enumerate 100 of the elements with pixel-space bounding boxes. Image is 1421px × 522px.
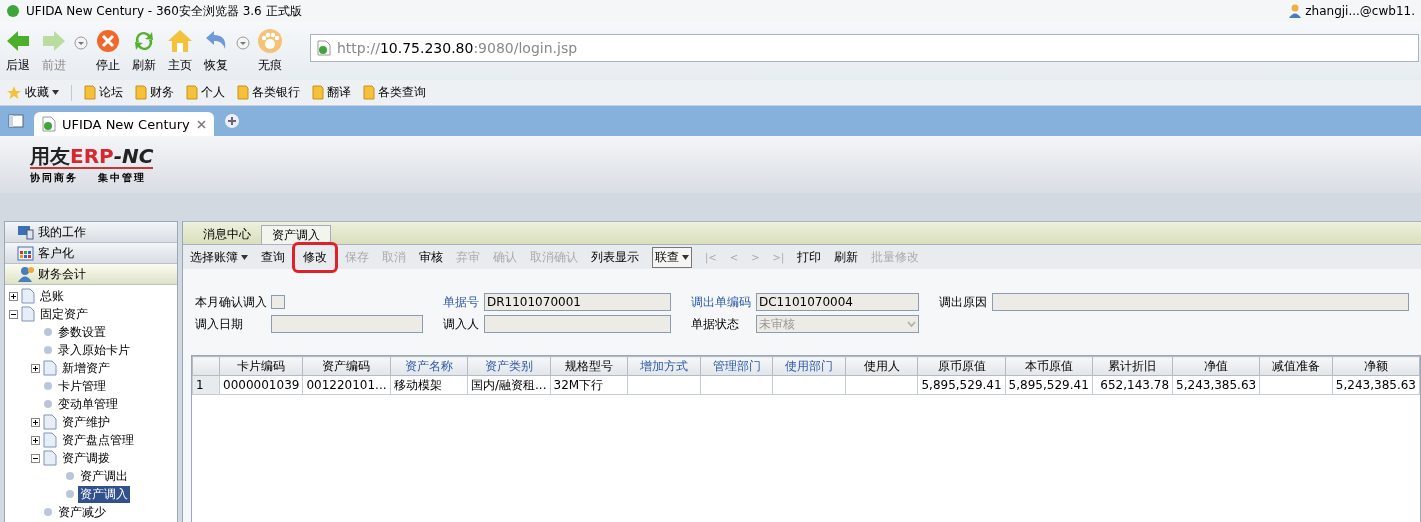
column-header[interactable]: 净额 [1332, 356, 1420, 376]
new-tab-icon[interactable] [224, 113, 240, 129]
tree-item[interactable]: 资产调入 [78, 485, 130, 503]
column-header[interactable]: 使用人 [845, 356, 918, 376]
tree-item[interactable]: 资产维护 [60, 413, 112, 431]
table-cell: 5,243,385.63 [1172, 375, 1260, 395]
bullet-icon [65, 489, 75, 499]
bookmark-folder[interactable]: 个人 [186, 84, 225, 101]
toolbar-button[interactable]: 查询 [258, 244, 288, 270]
column-header[interactable]: 卡片编码 [219, 356, 303, 376]
column-header[interactable]: 资产编码 [302, 356, 391, 376]
paw-button[interactable]: 无痕 [254, 28, 286, 74]
column-header[interactable]: 增加方式 [627, 356, 701, 376]
tree-item[interactable]: 新增资产 [60, 359, 112, 377]
chevron-icon [907, 321, 916, 327]
folder-icon [312, 85, 324, 100]
tree-item[interactable]: 总账 [38, 287, 66, 305]
caret-icon [682, 254, 689, 260]
column-header[interactable]: 减值准备 [1259, 356, 1333, 376]
expand-icon[interactable] [9, 291, 18, 301]
tree-item[interactable]: 固定资产 [38, 305, 90, 323]
input-field[interactable]: DR1101070001 [484, 293, 671, 311]
calendar-icon [17, 244, 34, 262]
expand-icon[interactable] [31, 417, 40, 427]
bookmark-folder[interactable]: 各类查询 [363, 84, 426, 101]
column-header[interactable]: 累计折旧 [1092, 356, 1173, 376]
tree-item[interactable]: 资产减少 [56, 503, 108, 521]
column-header[interactable]: 资产名称 [390, 356, 468, 376]
stop-button[interactable]: 停止 [92, 28, 124, 74]
column-header[interactable]: 使用部门 [772, 356, 846, 376]
field-label: 调出原因 [939, 293, 988, 311]
erp-logo: 用友ERP-NC 协同商务 集中管理 [30, 144, 154, 185]
sidebar-toggle-icon[interactable] [8, 114, 24, 128]
module-tab[interactable]: 消息中心 [193, 225, 261, 244]
column-header[interactable]: 原币原值 [917, 356, 1006, 376]
expand-icon[interactable] [31, 363, 40, 373]
column-header[interactable]: 净值 [1172, 356, 1260, 376]
confirm-checkbox[interactable] [271, 295, 285, 309]
tree-item[interactable]: 资产盘点管理 [60, 431, 136, 449]
module-tab[interactable]: 资产调入 [261, 225, 331, 244]
input-field[interactable]: DC1101070004 [756, 293, 919, 311]
favorites-menu[interactable]: 收藏 [6, 84, 59, 101]
back-arrow-icon [5, 28, 31, 54]
browser-tab[interactable]: UFIDA New Century [34, 112, 214, 136]
refresh-button[interactable]: 刷新 [128, 28, 160, 74]
ledger-menu[interactable]: 选择账簿 [187, 244, 251, 270]
computer-icon [17, 223, 34, 241]
collapse-icon[interactable] [9, 309, 18, 319]
input-field[interactable] [992, 293, 1409, 311]
expand-icon[interactable] [31, 435, 40, 445]
bullet-icon [43, 507, 53, 517]
toolbar-button[interactable]: 修改 [292, 241, 338, 273]
document-icon [43, 414, 57, 430]
input-field[interactable] [271, 315, 423, 333]
bookmark-folder[interactable]: 财务 [135, 84, 174, 101]
tree-item[interactable]: 资产调拨 [60, 449, 112, 467]
bullet-icon [43, 399, 53, 409]
back-button[interactable]: 后退 [2, 28, 34, 74]
input-field[interactable] [484, 315, 671, 333]
field-label: 调入日期 [195, 315, 244, 333]
dropdown-icon[interactable] [236, 36, 250, 50]
tree-item[interactable]: 录入原始卡片 [56, 341, 132, 359]
address-field[interactable]: http://10.75.230.80:9080/login.jsp [310, 34, 1419, 62]
sidebar-section[interactable]: 我的工作 [5, 222, 177, 243]
table-cell: 001220101... [302, 375, 391, 395]
sidebar-section[interactable]: 财务会计 [5, 264, 177, 285]
column-header[interactable]: 规格型号 [550, 356, 628, 376]
home-icon [167, 28, 193, 54]
toolbar-button[interactable]: 审核 [416, 244, 446, 270]
user-account[interactable]: zhangji...@cwb11. [1305, 4, 1415, 18]
undo-button[interactable]: 恢复 [200, 28, 232, 74]
table-cell: 国内/融资租... [467, 375, 550, 395]
field-label: 调入人 [443, 315, 480, 333]
bookmark-folder[interactable]: 各类银行 [237, 84, 300, 101]
field-label: 单据号 [443, 293, 480, 311]
folder-icon [135, 85, 147, 100]
home-button[interactable]: 主页 [164, 28, 196, 74]
bullet-icon [43, 345, 53, 355]
column-header[interactable]: 资产类别 [467, 356, 550, 376]
field-label: 本月确认调入 [195, 293, 268, 311]
close-icon[interactable] [197, 119, 206, 129]
browser-icon [6, 4, 20, 18]
toolbar-button[interactable]: 打印 [794, 244, 825, 270]
sidebar-section[interactable]: 客户化 [5, 243, 177, 264]
column-header[interactable]: 管理部门 [700, 356, 773, 376]
tree-item[interactable]: 资产调出 [78, 467, 130, 485]
document-icon [43, 360, 57, 376]
collapse-icon[interactable] [31, 453, 40, 463]
table-cell: 5,895,529.41 [1005, 375, 1093, 395]
tree-item[interactable]: 变动单管理 [56, 395, 120, 413]
paw-icon [257, 28, 283, 54]
toolbar-button[interactable]: 刷新 [831, 244, 862, 270]
folder-icon [237, 85, 249, 100]
tree-item[interactable]: 卡片管理 [56, 377, 108, 395]
bookmark-folder[interactable]: 论坛 [84, 84, 123, 101]
document-icon [43, 450, 57, 466]
toolbar-button[interactable]: 列表显示 [588, 244, 642, 270]
column-header[interactable]: 本币原值 [1005, 356, 1093, 376]
bookmark-folder[interactable]: 翻译 [312, 84, 351, 101]
tree-item[interactable]: 参数设置 [56, 323, 108, 341]
